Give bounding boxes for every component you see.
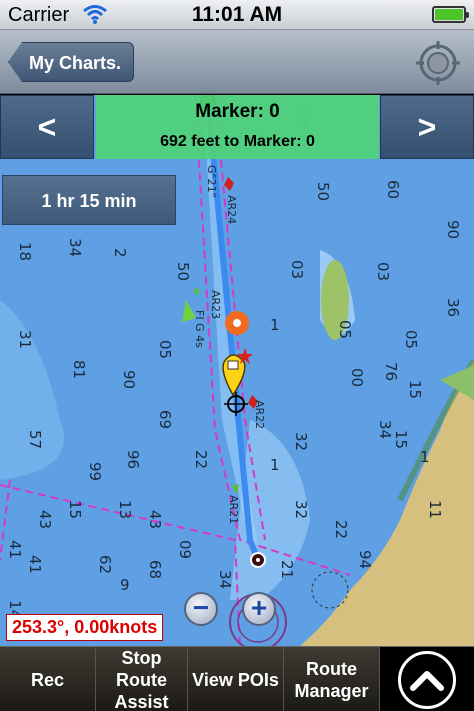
- view-pois-button[interactable]: View POIs: [188, 647, 284, 711]
- sounding-label: 96: [124, 450, 142, 469]
- sounding-label: 90: [120, 370, 138, 389]
- route-manager-line: Manager: [294, 680, 369, 701]
- sounding-label: 99: [86, 462, 104, 481]
- route-manager-line: Route: [306, 658, 357, 679]
- route-manager-button[interactable]: Route Manager: [284, 647, 380, 711]
- my-charts-back-button[interactable]: My Charts.: [8, 42, 135, 82]
- stop-route-assist-button[interactable]: Stop Route Assist: [96, 647, 188, 711]
- sounding-label: 31: [16, 330, 34, 349]
- expand-menu-button[interactable]: [380, 647, 474, 711]
- sounding-label: 00: [348, 368, 366, 387]
- bottom-toolbar: Rec Stop Route Assist View POIs Route Ma…: [0, 646, 474, 711]
- marker-distance: 692 feet to Marker: 0: [160, 133, 315, 150]
- stop-route-assist-line: Stop: [121, 647, 162, 668]
- sounding-label: 11: [426, 500, 444, 519]
- sounding-label: 57: [26, 430, 44, 449]
- eta-display: 1 hr 15 min: [2, 175, 176, 225]
- heading-speed-readout: 253.3°, 0.00knots: [6, 614, 164, 641]
- locate-me-icon[interactable]: [414, 39, 462, 87]
- sounding-label: 09: [176, 540, 194, 559]
- marker-title: Marker: 0: [195, 101, 280, 122]
- sounding-label: 32: [292, 432, 310, 451]
- sounding-label: 41: [6, 540, 24, 559]
- sounding-label: 05: [156, 340, 174, 359]
- sounding-label: 32: [292, 500, 310, 519]
- sounding-label: 18: [16, 242, 34, 261]
- sounding-label: 03: [288, 260, 306, 279]
- previous-marker-button[interactable]: <: [0, 95, 94, 159]
- sounding-label: 34: [216, 570, 234, 589]
- stop-route-assist-line: Route: [116, 669, 167, 690]
- stop-route-assist-line: Assist: [114, 691, 169, 711]
- sounding-label: 50: [174, 262, 192, 281]
- sounding-label: 22: [332, 520, 350, 539]
- buoy-label: AR21: [227, 495, 240, 524]
- zoom-in-button[interactable]: +: [242, 592, 276, 626]
- sounding-label: 1: [420, 448, 430, 466]
- clock: 11:01 AM: [191, 3, 283, 26]
- sounding-label: 1: [270, 316, 280, 334]
- sounding-label: 34: [66, 238, 84, 257]
- sounding-label: 1: [270, 456, 280, 474]
- sounding-label: 15: [66, 500, 84, 519]
- sounding-label: 68: [146, 560, 164, 579]
- sounding-label: 21: [278, 560, 296, 579]
- battery-icon: [432, 6, 469, 23]
- sounding-label: 90: [444, 220, 462, 239]
- buoy-label: G"21": [205, 165, 218, 198]
- sounding-label: 03: [374, 262, 392, 281]
- buoy-label: FI G 4s: [193, 310, 206, 348]
- sounding-label: 81: [70, 360, 88, 379]
- sounding-label: 05: [402, 330, 420, 349]
- marker-info-panel: Marker: 0 692 feet to Marker: 0: [96, 95, 379, 159]
- buoy-label: AR23: [209, 290, 222, 319]
- buoy-label: AR22: [253, 400, 266, 429]
- next-marker-button[interactable]: >: [380, 95, 474, 159]
- sounding-label: 05: [336, 320, 354, 339]
- sounding-label: 41: [26, 555, 44, 574]
- zoom-out-button[interactable]: −: [184, 592, 218, 626]
- sounding-label: 13: [116, 500, 134, 519]
- sounding-label: 22: [192, 450, 210, 469]
- status-bar: Carrier 11:01 AM: [0, 0, 474, 30]
- sounding-label: 62: [96, 555, 114, 574]
- sounding-label: 2: [111, 248, 129, 258]
- buoy-label: AR24: [225, 195, 238, 224]
- sounding-label: 9: [120, 576, 130, 594]
- nav-bar: My Charts.: [0, 30, 474, 94]
- sounding-label: 15: [406, 380, 424, 399]
- sounding-label: 36: [444, 298, 462, 317]
- sounding-label: 76: [382, 362, 400, 381]
- sounding-label: 60: [384, 180, 402, 199]
- sounding-label: 43: [36, 510, 54, 529]
- sounding-label: 94: [356, 550, 374, 569]
- sounding-label: 15: [392, 430, 410, 449]
- sounding-label: 69: [156, 410, 174, 429]
- record-button[interactable]: Rec: [0, 647, 96, 711]
- sounding-label: 43: [146, 510, 164, 529]
- sounding-label: 50: [314, 182, 332, 201]
- chevron-up-icon: [398, 650, 456, 709]
- sounding-label: 34: [376, 420, 394, 439]
